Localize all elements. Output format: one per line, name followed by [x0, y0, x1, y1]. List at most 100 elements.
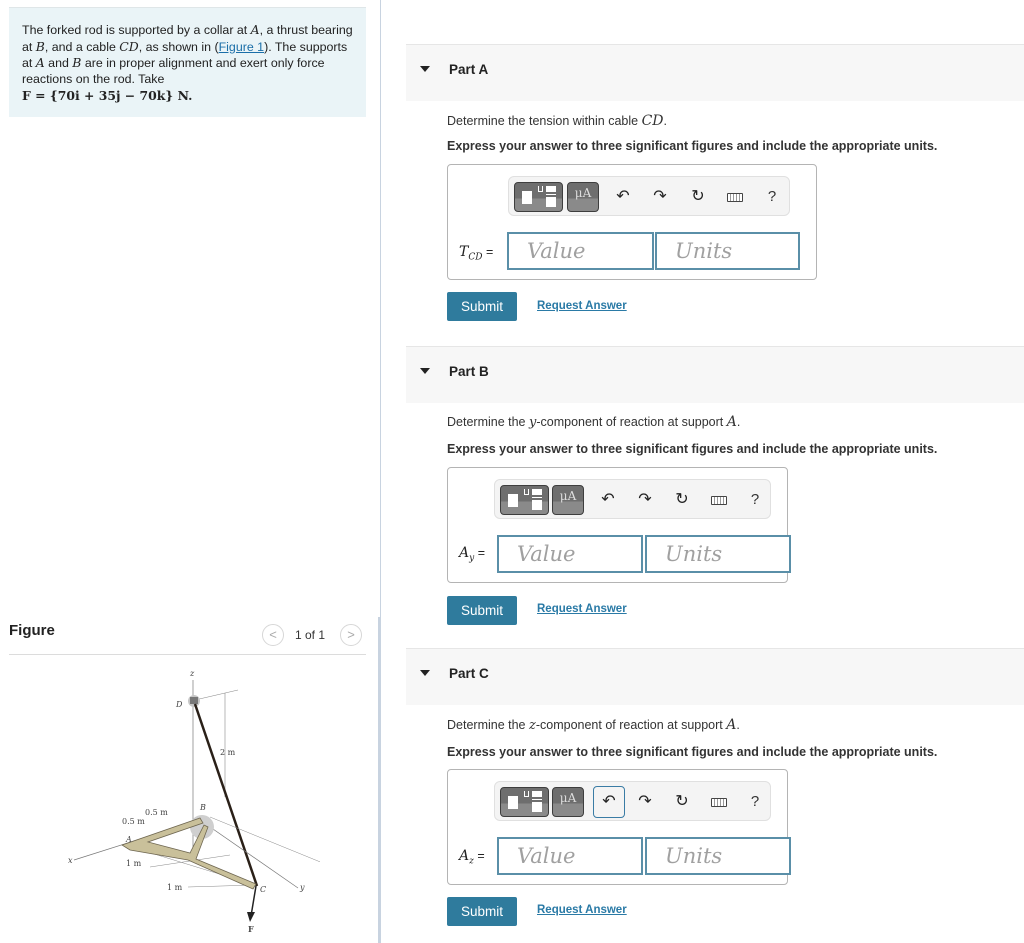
units-button[interactable]: μA: [552, 485, 584, 515]
keyboard-button[interactable]: [704, 485, 734, 515]
reset-icon: ↻: [675, 793, 689, 810]
help-icon: ?: [767, 188, 777, 205]
problem-text: , as shown in (: [138, 39, 219, 54]
part-c-units-input[interactable]: [645, 837, 791, 875]
math-A: A: [35, 55, 45, 71]
reset-button[interactable]: ↻: [667, 485, 697, 515]
dim-05m-a: 0.5 m: [122, 817, 145, 826]
equals-sign: =: [477, 546, 486, 560]
undo-icon: ↶: [602, 793, 616, 810]
reset-icon: ↻: [675, 491, 689, 508]
part-a-question: Determine the tension within cable CD.: [447, 113, 667, 129]
figure-link[interactable]: Figure 1: [219, 40, 264, 54]
question-text: Determine the: [447, 415, 529, 429]
figure-prev-button[interactable]: <: [262, 624, 284, 646]
question-text: .: [736, 718, 740, 732]
keyboard-button[interactable]: [720, 182, 750, 212]
part-a-submit-button[interactable]: Submit: [447, 292, 517, 321]
units-icon: μA: [559, 791, 577, 805]
equals-sign: =: [477, 849, 485, 863]
redo-button[interactable]: ↷: [645, 182, 675, 212]
reset-button[interactable]: ↻: [667, 787, 697, 817]
units-button[interactable]: μA: [567, 182, 599, 212]
label-A: A: [125, 835, 132, 844]
question-text: .: [736, 415, 741, 429]
redo-button[interactable]: ↷: [630, 787, 660, 817]
figure-title: Figure: [9, 622, 55, 639]
forked-rod: [121, 817, 257, 890]
part-c-label: Part C: [449, 666, 489, 681]
part-b-question: Determine the y-component of reaction at…: [447, 414, 740, 430]
label-C: C: [260, 885, 266, 894]
math-toolbar: μA ↶ ↷ ↻ ?: [494, 479, 771, 519]
part-b-header[interactable]: Part B: [406, 346, 1024, 403]
math-CD: CD: [641, 113, 664, 129]
caret-down-icon: [420, 66, 430, 72]
part-b-request-answer-link[interactable]: Request Answer: [537, 603, 627, 615]
figure-image: z D 2 m x y 1 m 1 m 0.5 m 0.5 m B A C F: [68, 669, 320, 934]
force-F-arrow: [250, 885, 257, 917]
var-sub: CD: [468, 252, 483, 263]
undo-button[interactable]: ↶: [593, 786, 625, 818]
part-a-request-answer-link[interactable]: Request Answer: [537, 300, 627, 312]
figure-next-button[interactable]: >: [340, 624, 362, 646]
part-b-variable-label: Ay =: [459, 545, 485, 564]
label-x: x: [68, 856, 73, 865]
keyboard-icon: [727, 193, 743, 202]
part-a-instruction: Express your answer to three significant…: [447, 139, 938, 153]
part-a-value-input[interactable]: [507, 232, 654, 270]
question-text: -component of reaction at support: [536, 415, 727, 429]
undo-button[interactable]: ↶: [593, 485, 623, 515]
question-text: .: [663, 114, 667, 128]
dim-1m-b: 1 m: [167, 883, 183, 892]
part-c-submit-button[interactable]: Submit: [447, 897, 517, 926]
units-icon: μA: [559, 489, 577, 503]
units-icon: μA: [574, 186, 592, 200]
part-a-units-input[interactable]: [655, 232, 800, 270]
var-main: T: [459, 244, 469, 260]
help-button[interactable]: ?: [740, 787, 770, 817]
question-text: -component of reaction at support: [535, 718, 727, 732]
part-a-variable-label: TCD =: [459, 244, 493, 263]
help-button[interactable]: ?: [740, 485, 770, 515]
undo-icon: ↶: [601, 491, 615, 508]
keyboard-icon: [711, 798, 727, 807]
keyboard-button[interactable]: [704, 787, 734, 817]
label-z: z: [189, 669, 195, 678]
templates-button[interactable]: [500, 787, 549, 817]
reset-icon: ↻: [691, 188, 705, 205]
math-toolbar: μA ↶ ↷ ↻ ?: [494, 781, 771, 821]
panel-divider[interactable]: [380, 0, 381, 943]
undo-icon: ↶: [616, 188, 630, 205]
reset-button[interactable]: ↻: [683, 182, 713, 212]
part-a-label: Part A: [449, 62, 489, 77]
math-toolbar: μA ↶ ↷ ↻ ?: [508, 176, 790, 216]
part-b-value-input[interactable]: [497, 535, 643, 573]
math-A: A: [250, 22, 260, 37]
part-b-submit-button[interactable]: Submit: [447, 596, 517, 625]
panel-divider-handle[interactable]: [378, 617, 380, 943]
problem-statement: The forked rod is supported by a collar …: [9, 7, 366, 117]
part-b-units-input[interactable]: [645, 535, 791, 573]
var-sub: y: [469, 553, 475, 564]
figure-header: Figure < 1 of 1 >: [9, 620, 366, 655]
math-A: A: [726, 717, 737, 733]
redo-button[interactable]: ↷: [630, 485, 660, 515]
part-c-instruction: Express your answer to three significant…: [447, 745, 938, 759]
undo-button[interactable]: ↶: [608, 182, 638, 212]
part-c-header[interactable]: Part C: [406, 648, 1024, 705]
units-button[interactable]: μA: [552, 787, 584, 817]
help-button[interactable]: ?: [757, 182, 787, 212]
part-c-value-input[interactable]: [497, 837, 643, 875]
part-b-instruction: Express your answer to three significant…: [447, 442, 938, 456]
math-A: A: [726, 414, 737, 430]
keyboard-icon: [711, 496, 727, 505]
part-c-request-answer-link[interactable]: Request Answer: [537, 904, 627, 916]
label-y: y: [299, 883, 305, 892]
dim-1m-a: 1 m: [126, 859, 142, 868]
templates-button[interactable]: [500, 485, 549, 515]
templates-button[interactable]: [514, 182, 563, 212]
part-c-question: Determine the z-component of reaction at…: [447, 717, 740, 733]
math-z: z: [528, 718, 536, 733]
part-a-header[interactable]: Part A: [406, 44, 1024, 101]
